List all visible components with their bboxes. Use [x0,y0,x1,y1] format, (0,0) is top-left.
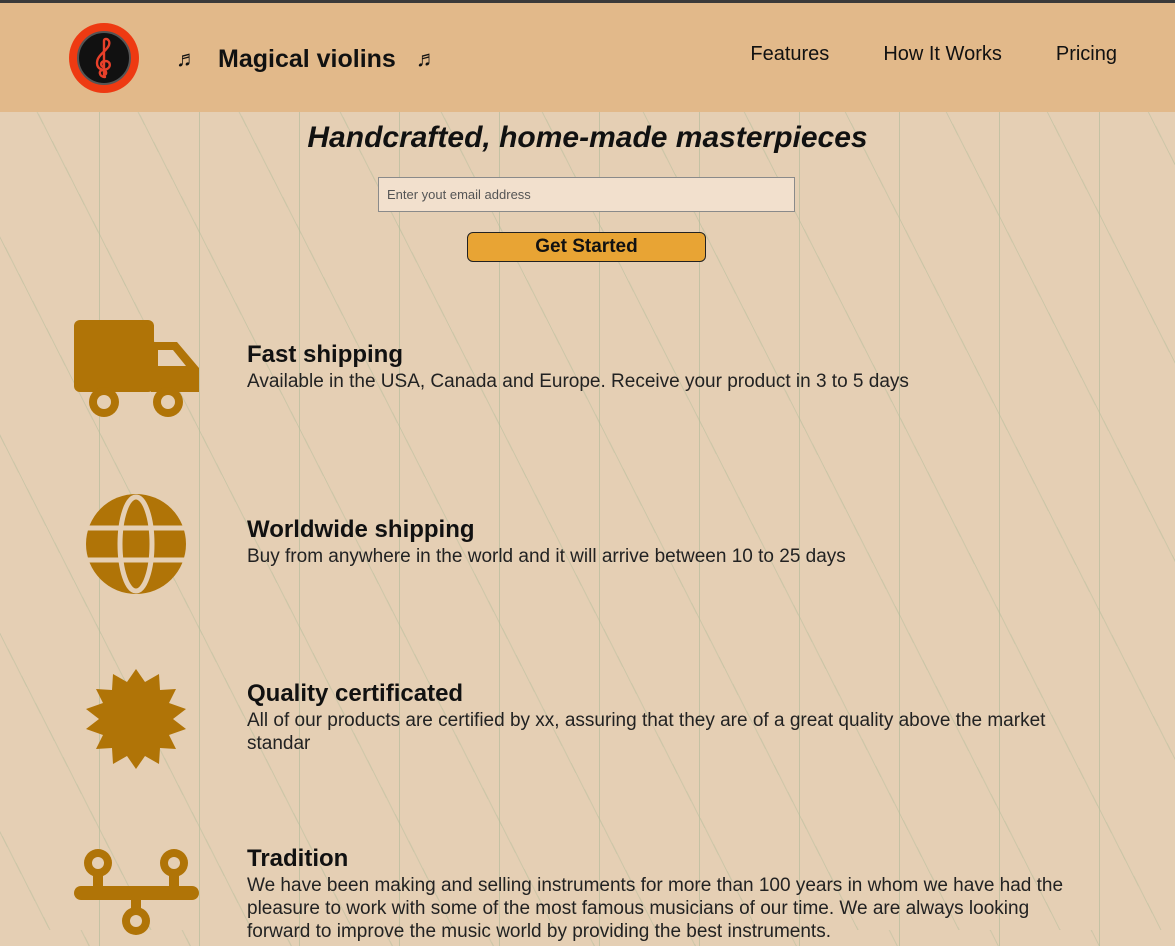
feature-text: Quality certificated All of our products… [247,679,1077,755]
music-note-icon: ♬ [415,46,438,71]
feature-title: Fast shipping [247,341,403,368]
tradition-icon [74,849,199,935]
brand: ♬ Magical violins ♬ [176,39,438,79]
feature-text: Worldwide shipping Buy from anywhere in … [247,515,1077,568]
feature-description: All of our products are certified by xx,… [247,710,1046,754]
get-started-button[interactable]: Get Started [467,232,706,262]
email-input[interactable] [378,177,795,212]
globe-icon [86,494,186,594]
feature-title: Tradition [247,845,349,872]
feature-description: Available in the USA, Canada and Europe.… [247,371,909,392]
feature-text: Fast shipping Available in the USA, Cana… [247,340,1077,393]
nav-link-pricing[interactable]: Pricing [1056,43,1117,66]
feature-title: Quality certificated [247,680,464,707]
truck-icon [74,320,199,417]
main-nav: Features How It Works Pricing [750,43,1117,66]
certificate-icon [86,669,186,769]
nav-link-features[interactable]: Features [750,43,829,66]
logo[interactable] [69,23,139,93]
hero-title: Handcrafted, home-made masterpieces [307,121,868,154]
treble-clef-icon [77,31,131,85]
site-header: ♬ Magical violins ♬ Features How It Work… [0,3,1175,112]
feature-title: Worldwide shipping [247,516,475,543]
music-note-icon: ♬ [176,46,198,71]
nav-link-how-it-works[interactable]: How It Works [883,43,1002,66]
feature-description: Buy from anywhere in the world and it wi… [247,546,846,567]
feature-text: Tradition We have been making and sellin… [247,844,1077,943]
feature-description: We have been making and selling instrume… [247,875,1064,942]
brand-name: Magical violins [218,44,396,73]
